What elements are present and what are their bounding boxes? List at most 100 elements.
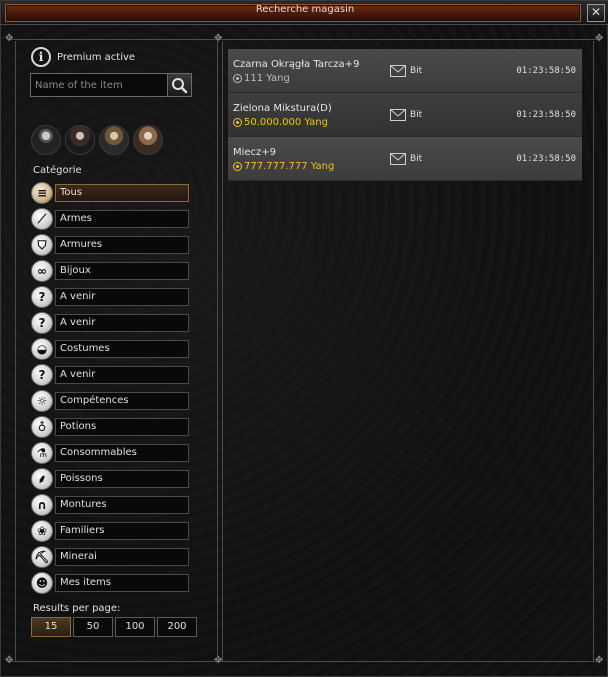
page-size-button[interactable]: 15	[31, 617, 71, 637]
category-item[interactable]: ? A venir	[31, 311, 193, 337]
category-label: Compétences	[55, 392, 189, 410]
category-label: Costumes	[55, 340, 189, 358]
jewel-icon: ∞	[31, 260, 53, 282]
mail-icon[interactable]	[390, 109, 406, 121]
result-row[interactable]: Miecz+9 777.777.777 Yang Bit 01:23:58:50	[228, 137, 582, 181]
yang-coin-icon	[233, 74, 242, 83]
category-item[interactable]: ❀ Familiers	[31, 519, 193, 545]
frame-corner-ornament: ✥	[5, 33, 14, 44]
item-name: Miecz+9	[233, 147, 277, 158]
frame-corner-ornament: ✥	[5, 655, 14, 666]
category-item[interactable]: ∩ Montures	[31, 493, 193, 519]
search-results-list: Czarna Okrągła Tarcza+9 111 Yang Bit 01:23:…	[228, 49, 582, 181]
category-list: ≡ Tous ⟋ Armes ⛉ Armures ∞ Bijoux? A venir? A ven…	[31, 181, 193, 597]
category-item[interactable]: ⸙ Poissons	[31, 467, 193, 493]
skill-book-icon: ☼	[31, 390, 53, 412]
frame-corner-ornament: ✥	[595, 33, 604, 44]
info-icon: i	[31, 47, 51, 67]
category-item[interactable]: ⛏ Minerai	[31, 545, 193, 571]
shield-icon: ⛉	[31, 234, 53, 256]
seller-name: Bit	[410, 110, 423, 120]
premium-status: i Premium active	[31, 45, 135, 69]
category-label: Tous	[55, 184, 189, 202]
category-item[interactable]: ≡ Tous	[31, 181, 193, 207]
category-item[interactable]: ◒ Costumes	[31, 337, 193, 363]
frame-left-line	[15, 41, 16, 661]
time-remaining: 01:23:58:50	[516, 66, 576, 76]
mask-icon: ◒	[31, 338, 53, 360]
sura-portrait[interactable]	[99, 125, 129, 155]
frame-top-line	[7, 39, 601, 40]
page-size-button[interactable]: 50	[73, 617, 113, 637]
category-label: A venir	[55, 288, 189, 306]
search-input[interactable]	[31, 74, 165, 96]
category-heading: Catégorie	[33, 165, 82, 176]
item-price: 777.777.777 Yang	[233, 161, 334, 172]
item-price: 50.000.000 Yang	[233, 117, 328, 128]
result-row[interactable]: Czarna Okrągła Tarcza+9 111 Yang Bit 01:23:…	[228, 49, 582, 93]
price-text: 50.000.000 Yang	[244, 117, 328, 128]
potion-icon: ♁	[31, 416, 53, 438]
category-item[interactable]: ⚗ Consommables	[31, 441, 193, 467]
category-item[interactable]: ☼ Compétences	[31, 389, 193, 415]
pickaxe-icon: ⛏	[31, 546, 53, 568]
character-portraits	[31, 125, 163, 155]
category-item[interactable]: ? A venir	[31, 285, 193, 311]
search-box	[30, 73, 192, 97]
result-row[interactable]: Zielona Mikstura(D) 50.000.000 Yang Bit 01:…	[228, 93, 582, 137]
category-item[interactable]: ☻ Mes items	[31, 571, 193, 597]
frame-right-line	[593, 41, 594, 661]
yang-coin-icon	[233, 162, 242, 171]
close-button[interactable]: ✕	[587, 4, 605, 22]
time-remaining: 01:23:58:50	[516, 154, 576, 164]
category-label: Minerai	[55, 548, 189, 566]
category-label: Armes	[55, 210, 189, 228]
category-item[interactable]: ⟋ Armes	[31, 207, 193, 233]
category-label: Potions	[55, 418, 189, 436]
category-label: Familiers	[55, 522, 189, 540]
page-size-button[interactable]: 100	[115, 617, 155, 637]
category-label: Mes items	[55, 574, 189, 592]
assassin-portrait[interactable]	[65, 125, 95, 155]
category-label: Montures	[55, 496, 189, 514]
page-size-button[interactable]: 200	[157, 617, 197, 637]
price-text: 777.777.777 Yang	[244, 161, 335, 172]
mail-icon[interactable]	[390, 153, 406, 165]
category-label: Bijoux	[55, 262, 189, 280]
frame-corner-ornament: ✥	[595, 655, 604, 666]
flask-icon: ⚗	[31, 442, 53, 464]
question-icon: ?	[31, 312, 53, 334]
seller-name: Bit	[410, 66, 423, 76]
category-item[interactable]: ? A venir	[31, 363, 193, 389]
seller-name: Bit	[410, 154, 423, 164]
panel-separator	[217, 41, 223, 661]
frame-bottom-line	[7, 661, 601, 662]
horseshoe-icon: ∩	[31, 494, 53, 516]
category-label: Consommables	[55, 444, 189, 462]
time-remaining: 01:23:58:50	[516, 110, 576, 120]
category-item[interactable]: ♁ Potions	[31, 415, 193, 441]
paw-icon: ❀	[31, 520, 53, 542]
user-icon: ☻	[31, 572, 53, 594]
premium-text: Premium active	[57, 51, 136, 63]
sword-icon: ⟋	[31, 208, 53, 230]
category-item[interactable]: ∞ Bijoux	[31, 259, 193, 285]
title-bar[interactable]: Recherche magasin ✕	[1, 1, 608, 25]
item-name: Czarna Okrągła Tarcza+9	[233, 59, 360, 70]
mail-icon[interactable]	[390, 65, 406, 77]
search-icon	[172, 78, 188, 94]
category-item[interactable]: ⛉ Armures	[31, 233, 193, 259]
yang-coin-icon	[233, 118, 242, 127]
question-icon: ?	[31, 364, 53, 386]
category-label: Armures	[55, 236, 189, 254]
shaman-portrait[interactable]	[133, 125, 163, 155]
list-icon: ≡	[31, 182, 53, 204]
category-label: Poissons	[55, 470, 189, 488]
shop-search-window: Recherche magasin ✕ ✥ ✥ ✥ ✥ ✥ ✥ i Premiu…	[0, 0, 608, 677]
window-title: Recherche magasin	[255, 4, 355, 15]
warrior-portrait[interactable]	[31, 125, 61, 155]
search-button[interactable]	[167, 74, 191, 96]
results-per-page-label: Results per page:	[33, 603, 121, 614]
category-label: A venir	[55, 314, 189, 332]
filter-panel: i Premium active Catégorie ≡Tous⟋Armes⛉A…	[27, 45, 197, 645]
